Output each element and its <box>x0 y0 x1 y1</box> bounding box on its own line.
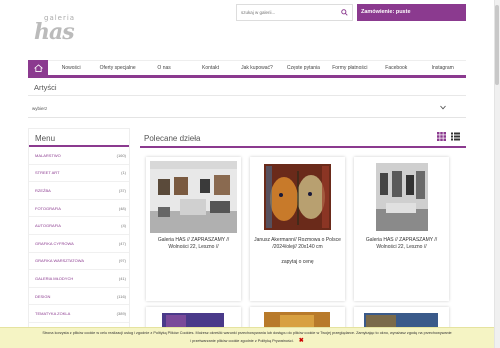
menu-item-label: DESIGN <box>35 293 51 299</box>
menu-title: Menu <box>29 129 129 147</box>
nav-item-instagram[interactable]: Instagram <box>420 65 466 71</box>
card-title[interactable]: Janusz Akermann// Rozmowa o Polsce /2024… <box>254 237 341 250</box>
menu-item-grafika-warsztatowa[interactable]: GRAFIKA WARSZTATOWA (97) <box>29 253 129 271</box>
menu-item-count: (116) <box>116 293 126 299</box>
nav-item-facebook[interactable]: Facebook <box>373 65 419 71</box>
menu-item-count: (47) <box>118 240 126 246</box>
menu-item-malarstwo[interactable]: MALARSTWO (160) <box>29 147 129 165</box>
menu-item-grafika-cyfrowa[interactable]: GRAFIKA CYFROWA (47) <box>29 235 129 253</box>
artists-select[interactable]: wybierz <box>32 106 47 111</box>
gallery-interior-image[interactable] <box>150 161 237 233</box>
search-input[interactable] <box>241 5 336 20</box>
menu-item-count: (1) <box>121 170 126 176</box>
nav-item-czeste-pytania[interactable]: Częste pytania <box>280 65 326 71</box>
artists-divider <box>28 95 466 96</box>
gallery-interior-image[interactable] <box>358 161 445 233</box>
scrollbar[interactable] <box>494 0 500 348</box>
search-box <box>236 4 353 21</box>
menu-item-count: (4) <box>121 223 126 229</box>
menu-item-label: AUTOGRAFIA <box>35 223 61 229</box>
menu-item-tematyka-zokla[interactable]: TEMATYKA ZOKLA (389) <box>29 305 129 323</box>
product-card[interactable]: Galeria HAS // ZAPRASZAMY // Wolności 22… <box>146 157 241 301</box>
cookie-banner: Strona korzysta z plików cookie w celu r… <box>0 327 494 348</box>
menu-item-label: GRAFIKA WARSZTATOWA <box>35 258 85 264</box>
list-view-icon[interactable] <box>451 132 460 141</box>
nav-item-oferty-specjalne[interactable]: Oferty specjalne <box>94 65 140 71</box>
artists-title: Artyści <box>34 83 57 92</box>
menu-item-label: RZEŹBA <box>35 187 51 193</box>
painting-image[interactable] <box>254 161 341 233</box>
cookie-text-line2: i przetwarzanie plików cookie zgodnie z … <box>190 339 294 343</box>
cookie-text-line1: Strona korzysta z plików cookie w celu r… <box>42 331 452 335</box>
main-nav: Nowości Oferty specjalne O nas Kontakt J… <box>28 60 466 78</box>
product-card[interactable]: Galeria HAS // ZAPRASZAMY // Wolności 22… <box>354 157 449 301</box>
page: galeria has Zamówienie: puste Nowości Of… <box>0 0 494 348</box>
menu-item-count: (160) <box>116 152 126 158</box>
menu-item-count: (48) <box>118 205 126 211</box>
cart-button[interactable]: Zamówienie: puste <box>357 4 466 21</box>
menu-item-design[interactable]: DESIGN (116) <box>29 288 129 306</box>
menu-item-label: STREET ART <box>35 170 60 176</box>
home-button[interactable] <box>28 60 48 76</box>
card-title[interactable]: Galeria HAS // ZAPRASZAMY // Wolności 22… <box>150 237 237 250</box>
menu-item-label: GRAFIKA CYFROWA <box>35 240 74 246</box>
menu-item-label: MALARSTWO <box>35 152 61 158</box>
menu-item-fotografia[interactable]: FOTOGRAFIA (48) <box>29 200 129 218</box>
search-icon[interactable] <box>341 9 348 16</box>
menu-item-label: GALERIA MŁODYCH <box>35 275 74 281</box>
menu-item-count: (37) <box>118 187 126 193</box>
scrollbar-thumb[interactable] <box>495 5 499 85</box>
featured-title: Polecane dzieła <box>144 134 201 143</box>
nav-item-o-nas[interactable]: O nas <box>141 65 187 71</box>
featured-header: Polecane dzieła <box>140 128 466 148</box>
chevron-down-icon[interactable] <box>440 105 446 110</box>
product-card[interactable]: Janusz Akermann// Rozmowa o Polsce /2024… <box>250 157 345 301</box>
nav-item-kontakt[interactable]: Kontakt <box>187 65 233 71</box>
menu-item-label: TEMATYKA ZOKLA <box>35 311 71 317</box>
nav-item-formy-platnosci[interactable]: Formy płatności <box>327 65 373 71</box>
home-icon <box>33 64 43 72</box>
menu-item-galeria-mlodych[interactable]: GALERIA MŁODYCH (41) <box>29 270 129 288</box>
menu-item-count: (41) <box>118 275 126 281</box>
close-icon[interactable]: ✖ <box>299 337 304 345</box>
menu-item-count: (389) <box>116 311 126 317</box>
artists-section: Artyści wybierz <box>28 78 466 118</box>
menu-item-autografia[interactable]: AUTOGRAFIA (4) <box>29 217 129 235</box>
menu-item-street-art[interactable]: STREET ART (1) <box>29 165 129 183</box>
card-title[interactable]: Galeria HAS // ZAPRASZAMY // Wolności 22… <box>358 237 445 250</box>
nav-item-jak-kupowac[interactable]: Jak kupować? <box>234 65 280 71</box>
site-logo[interactable]: galeria has <box>30 14 90 46</box>
menu-item-count: (97) <box>118 258 126 264</box>
menu-item-label: FOTOGRAFIA <box>35 205 61 211</box>
logo-big-text: has <box>34 19 75 45</box>
category-menu: Menu MALARSTWO (160) STREET ART (1) RZEŹ… <box>28 128 130 328</box>
nav-item-nowosci[interactable]: Nowości <box>48 65 94 71</box>
ask-price-link[interactable]: zapytaj o cenę <box>254 259 341 265</box>
grid-view-icon[interactable] <box>437 132 446 141</box>
cookie-text-line2-row: i przetwarzanie plików cookie zgodnie z … <box>0 337 494 345</box>
menu-item-rzezba[interactable]: RZEŹBA (37) <box>29 182 129 200</box>
